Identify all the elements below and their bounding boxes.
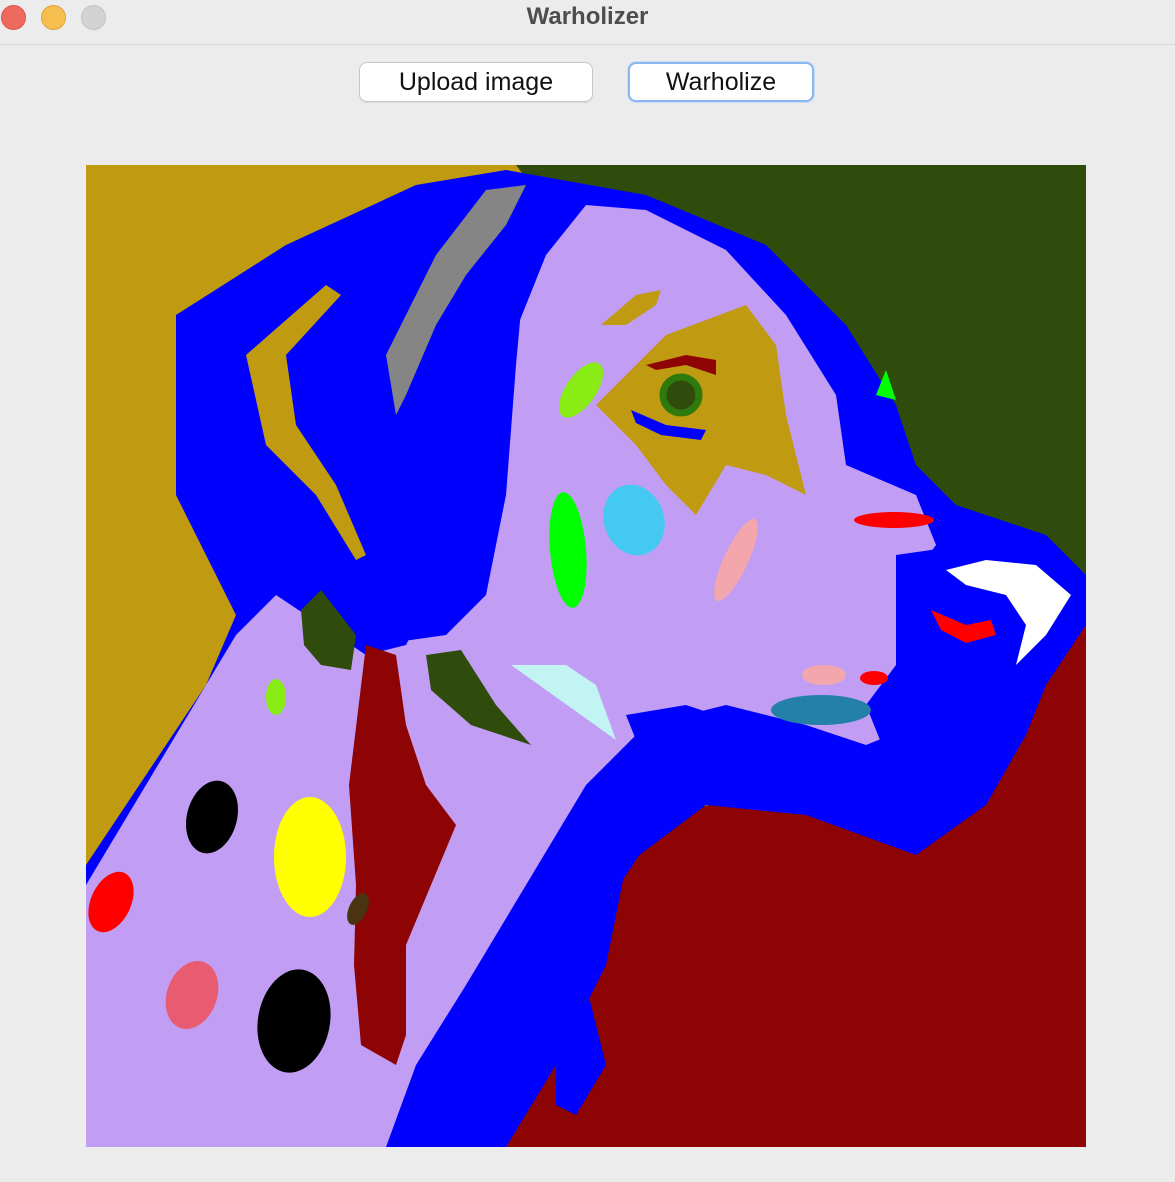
warholize-button[interactable]: Warholize xyxy=(628,62,814,102)
dalmatian-artwork xyxy=(86,165,1086,1147)
spot-teal xyxy=(771,695,871,725)
app-window: Warholizer Upload image Warholize xyxy=(0,0,1175,1182)
upload-image-button[interactable]: Upload image xyxy=(359,62,593,102)
spot-red-muzzle xyxy=(860,671,888,685)
spot-yellow xyxy=(274,797,346,917)
spot-red-face xyxy=(854,512,934,528)
spot-pink-muzzle xyxy=(802,665,846,685)
warholized-image xyxy=(86,165,1086,1147)
title-bar: Warholizer xyxy=(0,0,1175,45)
window-title: Warholizer xyxy=(526,3,649,30)
spot-lime-body xyxy=(266,679,286,715)
eye-green xyxy=(659,373,703,417)
